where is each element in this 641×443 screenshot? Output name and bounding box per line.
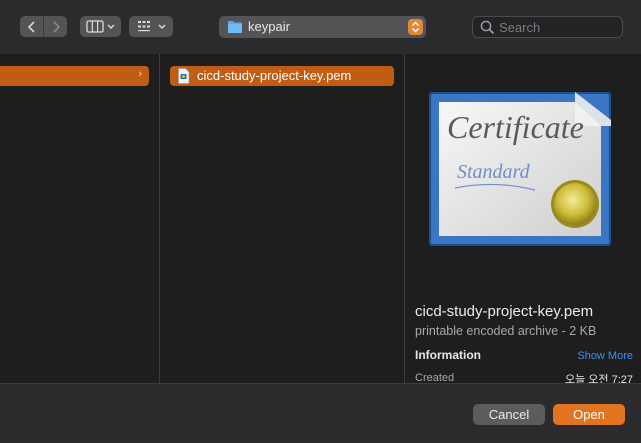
chevron-right-icon bbox=[52, 20, 60, 33]
cancel-button[interactable]: Cancel bbox=[473, 404, 545, 425]
location-label: keypair bbox=[248, 19, 290, 34]
search-icon bbox=[480, 20, 495, 35]
created-label: Created bbox=[415, 372, 455, 383]
preview-file-name: cicd-study-project-key.pem bbox=[415, 303, 594, 320]
information-heading: Information bbox=[415, 348, 481, 362]
certificate-subtitle-text: Standard bbox=[457, 161, 531, 183]
group-mode-button[interactable] bbox=[129, 16, 173, 37]
search-field[interactable] bbox=[472, 16, 623, 38]
preview-file-kind: printable encoded archive - 2 KB bbox=[415, 324, 597, 338]
grid-view-icon bbox=[138, 21, 166, 32]
document-icon bbox=[178, 68, 190, 84]
location-popup[interactable]: keypair bbox=[219, 16, 426, 38]
columns-view-icon bbox=[86, 20, 115, 33]
toolbar: keypair bbox=[0, 0, 641, 54]
view-mode-button[interactable] bbox=[80, 16, 121, 37]
dialog-footer: Cancel Open bbox=[0, 383, 641, 443]
folder-icon bbox=[228, 21, 242, 33]
search-input[interactable] bbox=[499, 19, 614, 35]
chevron-left-icon bbox=[27, 20, 35, 33]
chevron-right-icon: › bbox=[138, 68, 142, 80]
location-stepper[interactable] bbox=[408, 19, 423, 35]
back-button[interactable] bbox=[20, 16, 43, 37]
navigation-buttons bbox=[20, 16, 67, 37]
file-row-selected[interactable]: cicd-study-project-key.pem bbox=[170, 66, 394, 86]
preview-pane: Certificate Standard cicd-study-project-… bbox=[405, 54, 641, 383]
up-down-chevron-icon bbox=[412, 21, 419, 33]
certificate-title-text: Certificate bbox=[447, 109, 584, 145]
certificate-icon: Certificate Standard bbox=[429, 92, 611, 246]
browser-column-1: › bbox=[0, 54, 160, 383]
open-button[interactable]: Open bbox=[553, 404, 625, 425]
browser-column-2: cicd-study-project-key.pem bbox=[160, 54, 405, 383]
file-name-label: cicd-study-project-key.pem bbox=[197, 68, 352, 83]
selected-folder-row[interactable]: › bbox=[0, 66, 149, 86]
created-value: 오늘 오전 7:27 bbox=[564, 374, 633, 383]
forward-button[interactable] bbox=[44, 16, 67, 37]
show-more-link[interactable]: Show More bbox=[577, 350, 633, 362]
